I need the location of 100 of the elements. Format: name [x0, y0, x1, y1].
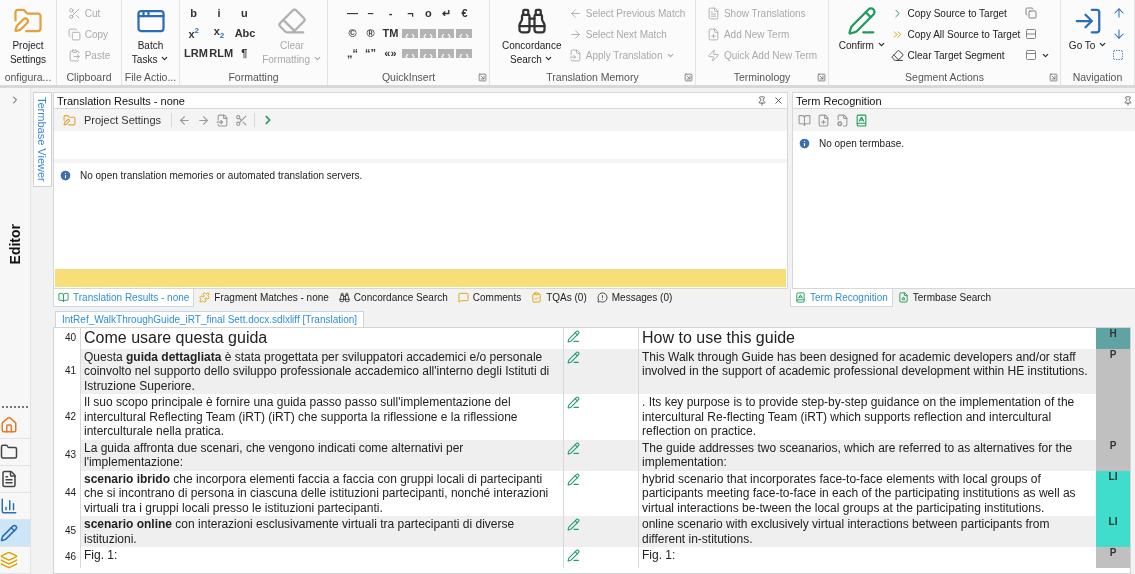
pin-icon[interactable]	[757, 95, 767, 106]
panel-tab[interactable]: Comments	[452, 289, 527, 307]
segment-number: 43	[54, 439, 81, 471]
target-cell[interactable]: hybrid scenario that incorporates face-to-face elements with local groups of participants meeting face-to-face in each of the participating institutions as well as virtual interactions be-tween the local groups at the participating institutions.	[639, 470, 1096, 516]
tag-button[interactable]	[456, 28, 473, 38]
target-cell[interactable]: How to use this guide	[639, 328, 1096, 349]
panel-icon	[1025, 49, 1038, 61]
tag-button[interactable]	[420, 28, 437, 38]
symbol-button[interactable]: x$_{2}$	[207, 24, 231, 42]
ribbon-small-button[interactable]: Copy Source to Target	[889, 3, 1022, 23]
symbol-button[interactable]: TM	[380, 24, 401, 42]
panel-tab[interactable]: Translation Results - none	[53, 289, 195, 307]
symbol-button[interactable]: ↵	[438, 4, 455, 22]
group-label: Terminology	[733, 71, 791, 83]
symbol-button[interactable]: RLM	[207, 44, 231, 62]
symbol-button[interactable]: ®	[362, 24, 379, 42]
tag-button[interactable]	[420, 48, 437, 58]
target-cell[interactable]: The guide addresses two sceanarios, which are referred to as alternatives for the implementation:	[639, 439, 1096, 471]
toolbar-button[interactable]: Project Settings	[59, 113, 166, 127]
dictionary-search-icon	[897, 292, 909, 303]
ribbon-button[interactable]: Batch Tasks	[124, 3, 177, 67]
fragment-icon	[199, 292, 211, 303]
panel-tab[interactable]: Messages (0)	[591, 289, 678, 307]
symbol-button[interactable]: «»	[380, 44, 401, 62]
symbol-button[interactable]: o	[420, 4, 437, 22]
folder-pencil-icon	[63, 113, 76, 127]
panel-tab[interactable]: Term Recognition	[790, 289, 893, 307]
nav-button[interactable]	[0, 520, 30, 547]
arrow-left-icon[interactable]	[178, 113, 192, 127]
tag-button[interactable]	[402, 28, 419, 38]
symbol-button[interactable]: ¬	[402, 4, 419, 22]
arrow-left-icon	[568, 6, 582, 20]
ribbon-button[interactable]: Confirm	[837, 3, 887, 53]
arrow-right-icon[interactable]	[197, 113, 211, 127]
arrow-right-icon	[568, 27, 582, 41]
target-cell[interactable]: This Walk through Guide has been designed for academic developers and/or staff involved in the support of academic professional development within HE institutions.	[639, 348, 1096, 394]
panel-title: Translation Results - none	[57, 94, 186, 107]
symbol-button[interactable]: -	[380, 4, 401, 22]
document-gear-icon[interactable]	[836, 113, 849, 127]
symbol-button[interactable]: u	[232, 4, 256, 22]
symbol-button[interactable]: ©	[344, 24, 361, 42]
scissors-icon	[67, 6, 81, 20]
panel-tab[interactable]: Concordance Search	[333, 289, 453, 307]
side-tab[interactable]: Termbase Viewer	[32, 92, 52, 187]
symbol-button[interactable]: b	[182, 4, 206, 22]
panel-tab[interactable]: Termbase Search	[892, 289, 997, 307]
symbol-button[interactable]: €	[456, 4, 473, 22]
ribbon-button[interactable]: Go To	[1067, 3, 1109, 53]
symbol-button[interactable]: —	[344, 4, 361, 22]
book-icon[interactable]	[798, 113, 811, 127]
structure-cell: P	[1096, 547, 1130, 568]
tag-button[interactable]	[402, 48, 419, 58]
document-tab[interactable]: IntRef_WalkThroughGuide_iRT_final Sett.docx.sdlxliff [Translation]	[55, 311, 365, 327]
panel-tab[interactable]: TQAs (0)	[526, 289, 592, 307]
tag-button[interactable]	[438, 28, 455, 38]
ribbon-small-button[interactable]: Clear Target Segment	[889, 45, 1022, 65]
info-message: No open termbase.	[819, 138, 905, 149]
dialog-launcher-icon[interactable]	[817, 72, 826, 82]
symbol-button[interactable]: i	[207, 4, 231, 22]
caret-icon	[1098, 40, 1108, 49]
source-cell: Come usare questa guida	[81, 328, 564, 349]
group-label: onfigura...	[4, 71, 52, 83]
binoculars-icon	[338, 292, 350, 303]
target-cell[interactable]: Fig. 1:	[639, 547, 1096, 568]
document-arrow-icon[interactable]	[216, 113, 230, 127]
symbol-button[interactable]: Abc	[232, 24, 256, 42]
symbol-button[interactable]: “”	[362, 44, 379, 62]
segment-number: 41	[54, 348, 81, 394]
ribbon-button[interactable]: Project Settings	[2, 3, 54, 67]
dictionary-icon[interactable]	[855, 113, 868, 127]
panel-tab[interactable]: Fragment Matches - none	[194, 289, 334, 307]
document-plus-icon	[706, 27, 720, 41]
target-cell[interactable]: . Its key purpose is to provide step-by-step guidance on the implementation of the intercultural Re-flecting Team (iRT) which supports reflection and intercultural reflection on practice.	[639, 394, 1096, 440]
pin-icon[interactable]	[1123, 95, 1133, 106]
ribbon-button[interactable]: Concordance Search	[498, 3, 565, 67]
symbol-button[interactable]: LRM	[182, 44, 206, 62]
structure-cell: LI	[1096, 516, 1130, 547]
scissors-icon[interactable]	[235, 113, 249, 127]
tag-button[interactable]	[438, 48, 455, 58]
tag-button[interactable]	[456, 48, 473, 58]
binoculars-icon	[516, 6, 547, 36]
symbol-button[interactable]: –	[362, 4, 379, 22]
close-icon[interactable]	[773, 95, 784, 106]
dialog-launcher-icon[interactable]	[684, 72, 693, 82]
symbol-button[interactable]: x$^{2}$	[182, 24, 206, 42]
group-label: File Actio...	[124, 71, 177, 83]
target-cell[interactable]: online scenario with exclusively virtual interactions between participants from different in-stitutions.	[639, 516, 1096, 547]
paste-icon	[67, 48, 81, 62]
document-plus-icon[interactable]	[817, 113, 830, 127]
dialog-launcher-icon[interactable]	[478, 72, 487, 82]
symbol-button[interactable]: ¶	[232, 44, 256, 62]
dashed-square-icon	[1112, 49, 1125, 61]
symbol-button[interactable]: „“	[344, 44, 361, 62]
pencil-check-icon	[567, 472, 580, 486]
split-rows-icon	[1025, 28, 1038, 40]
dialog-launcher-icon[interactable]	[1049, 72, 1058, 82]
comment-icon	[457, 292, 469, 303]
caret-icon	[160, 54, 170, 63]
book-icon	[58, 292, 69, 303]
ribbon-small-button[interactable]: Copy All Source to Target	[889, 24, 1022, 44]
